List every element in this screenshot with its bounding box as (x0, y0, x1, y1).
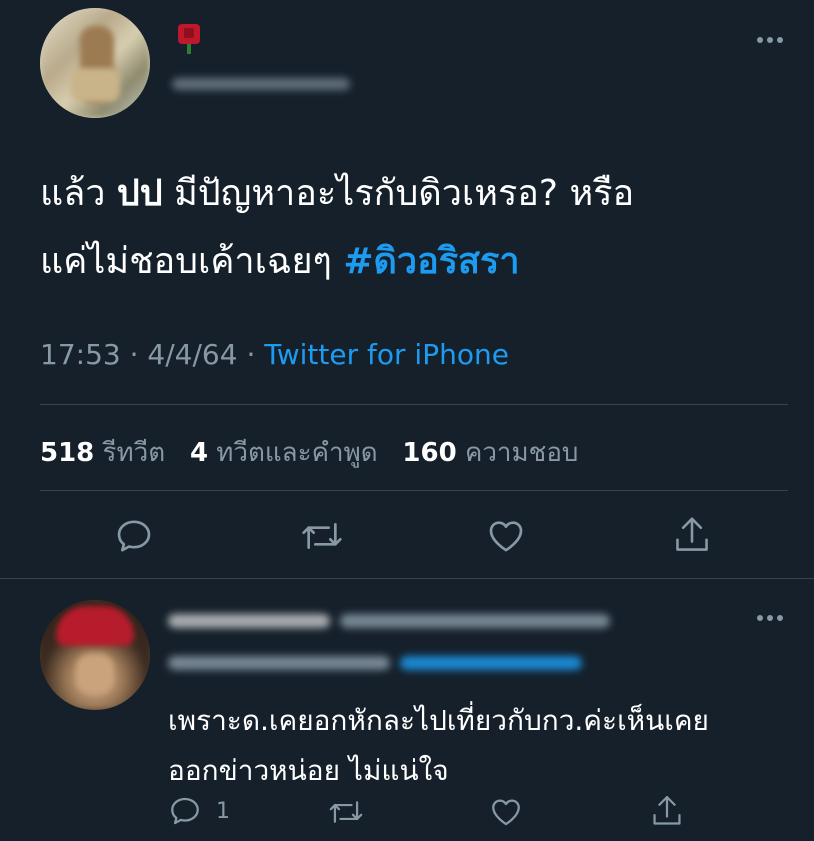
tweet-date: 4/4/64 (147, 338, 238, 371)
tweet-time: 17:53 (40, 338, 121, 371)
reply-share-button[interactable] (650, 793, 684, 829)
retweets-count: 518 (40, 438, 95, 468)
retweet-icon (329, 801, 363, 823)
reply-author-name-redacted (168, 606, 618, 634)
reply-count: 1 (216, 798, 230, 824)
reply-icon (117, 520, 151, 552)
reply-button[interactable] (114, 516, 154, 556)
divider (40, 490, 788, 491)
quotes-count: 4 (189, 438, 209, 468)
section-divider (0, 578, 814, 579)
meta-separator: · (246, 338, 256, 371)
tweet-text-bold: ปป (116, 173, 163, 214)
retweets-stat[interactable]: 518 รีทวีต (40, 438, 173, 468)
tweet-text-segment: แค่ไม่ชอบเค้าเฉยๆ (40, 241, 344, 282)
quotes-label: ทวีตและคำพูด (216, 438, 378, 468)
tweet-text: แล้ว ปป มีปัญหาอะไรกับดิวเหรอ? หรือ แค่ไ… (40, 160, 800, 296)
tweet-text-segment: แล้ว (40, 173, 117, 214)
reply-text: เพราะด.เคยอกหักละไปเที่ยวกับกว.ค่ะเห็นเค… (168, 696, 798, 796)
reply-more-options-icon[interactable] (752, 608, 792, 628)
tweet-text-line1: แล้ว ปป มีปัญหาอะไรกับดิวเหรอ? หรือ (40, 160, 800, 228)
more-options-icon[interactable] (752, 30, 792, 50)
reply-text-line1: เพราะด.เคยอกหักละไปเที่ยวกับกว.ค่ะเห็นเค… (168, 704, 709, 737)
retweet-button[interactable] (300, 516, 344, 556)
reply-like-button[interactable] (489, 795, 523, 829)
likes-stat[interactable]: 160 ความชอบ (402, 438, 578, 468)
hashtag-link[interactable]: #ดิวอริสรา (343, 241, 519, 282)
retweet-icon (302, 523, 342, 549)
author-handle-redacted (172, 74, 352, 94)
reply-icon (171, 797, 199, 825)
share-button[interactable] (672, 514, 712, 556)
share-icon (676, 517, 708, 551)
reply-to-line-redacted (168, 648, 588, 676)
tweet-source-link[interactable]: Twitter for iPhone (264, 338, 509, 371)
tweet-text-segment: มีปัญหาอะไรกับดิวเหรอ? หรือ (162, 173, 635, 214)
reply-reply-button[interactable]: 1 (168, 794, 230, 828)
reply-text-line2: ออกข่าวหน่อย ไม่แน่ใจ (168, 754, 449, 787)
author-avatar[interactable] (40, 8, 150, 118)
heart-icon (492, 799, 520, 826)
meta-separator: · (129, 338, 139, 371)
tweet-meta: 17:53 · 4/4/64 · Twitter for iPhone (40, 338, 509, 371)
rose-emoji-icon (174, 22, 204, 56)
likes-count: 160 (402, 438, 457, 468)
like-button[interactable] (486, 516, 526, 556)
tweet-text-line2: แค่ไม่ชอบเค้าเฉยๆ #ดิวอริสรา (40, 228, 800, 296)
divider (40, 404, 788, 405)
likes-label: ความชอบ (464, 438, 579, 468)
reply-retweet-button[interactable] (328, 795, 364, 829)
retweets-label: รีทวีต (102, 438, 166, 468)
share-icon (653, 796, 681, 825)
tweet-stats: 518 รีทวีต 4 ทวีตและคำพูด 160 ความชอบ (40, 432, 578, 473)
quotes-stat[interactable]: 4 ทวีตและคำพูด (190, 438, 386, 468)
reply-author-avatar[interactable] (40, 600, 150, 710)
heart-icon (489, 521, 523, 552)
